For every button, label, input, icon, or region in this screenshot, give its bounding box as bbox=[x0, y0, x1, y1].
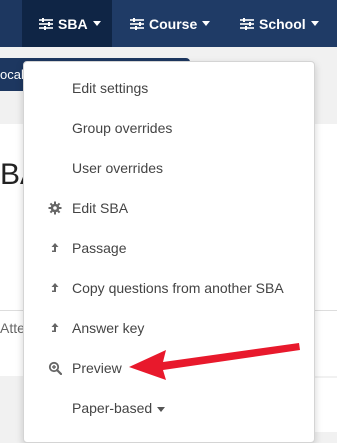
menu-item-edit-settings[interactable]: Edit settings bbox=[24, 68, 314, 108]
nav-item-course[interactable]: Course bbox=[130, 0, 211, 47]
sba-dropdown-menu: Edit settings Group overrides User overr… bbox=[23, 61, 315, 443]
nav-item-course-label: Course bbox=[149, 15, 198, 32]
chevron-down-icon bbox=[92, 21, 101, 26]
upload-arrow-icon bbox=[51, 283, 59, 292]
menu-item-passage[interactable]: Passage bbox=[24, 228, 314, 268]
tab-fragment[interactable]: Atte bbox=[0, 320, 25, 336]
nav-item-school[interactable]: School bbox=[240, 0, 319, 47]
menu-item-copy-questions[interactable]: Copy questions from another SBA bbox=[24, 268, 314, 308]
chevron-down-icon bbox=[310, 21, 319, 26]
menu-item-label: Paper-based bbox=[72, 400, 153, 416]
sliders-icon bbox=[130, 17, 144, 30]
menu-item-answer-key[interactable]: Answer key bbox=[24, 308, 314, 348]
chevron-down-icon bbox=[157, 406, 166, 412]
chevron-down-icon bbox=[202, 21, 211, 26]
menu-item-group-overrides[interactable]: Group overrides bbox=[24, 108, 314, 148]
menu-item-label: User overrides bbox=[72, 160, 164, 176]
menu-item-label: Copy questions from another SBA bbox=[72, 280, 284, 296]
nav-item-sba-label: SBA bbox=[58, 15, 88, 32]
menu-item-label: Answer key bbox=[72, 320, 145, 336]
nav-item-school-label: School bbox=[259, 15, 306, 32]
menu-item-label: Edit settings bbox=[72, 80, 149, 96]
upload-arrow-icon bbox=[51, 243, 59, 252]
menu-item-edit-sba[interactable]: Edit SBA bbox=[24, 188, 314, 228]
menu-item-label: Preview bbox=[72, 360, 122, 376]
sliders-icon bbox=[39, 17, 53, 30]
menu-item-paper-based-wrap: Paper-based bbox=[72, 400, 166, 416]
menu-item-label: Edit SBA bbox=[72, 200, 129, 216]
menu-item-preview[interactable]: Preview bbox=[24, 348, 314, 388]
top-navbar: SBA Course School bbox=[0, 0, 337, 47]
menu-item-label: Passage bbox=[72, 240, 127, 256]
menu-item-label: Group overrides bbox=[72, 120, 173, 136]
navbar-left-stub bbox=[0, 0, 22, 47]
nav-item-sba[interactable]: SBA bbox=[22, 0, 112, 47]
zoom-in-icon bbox=[48, 361, 62, 375]
upload-arrow-icon bbox=[51, 323, 59, 332]
menu-item-user-overrides[interactable]: User overrides bbox=[24, 148, 314, 188]
sliders-icon bbox=[240, 17, 254, 30]
menu-item-paper-based[interactable]: Paper-based bbox=[24, 388, 314, 428]
gear-icon bbox=[48, 201, 62, 215]
